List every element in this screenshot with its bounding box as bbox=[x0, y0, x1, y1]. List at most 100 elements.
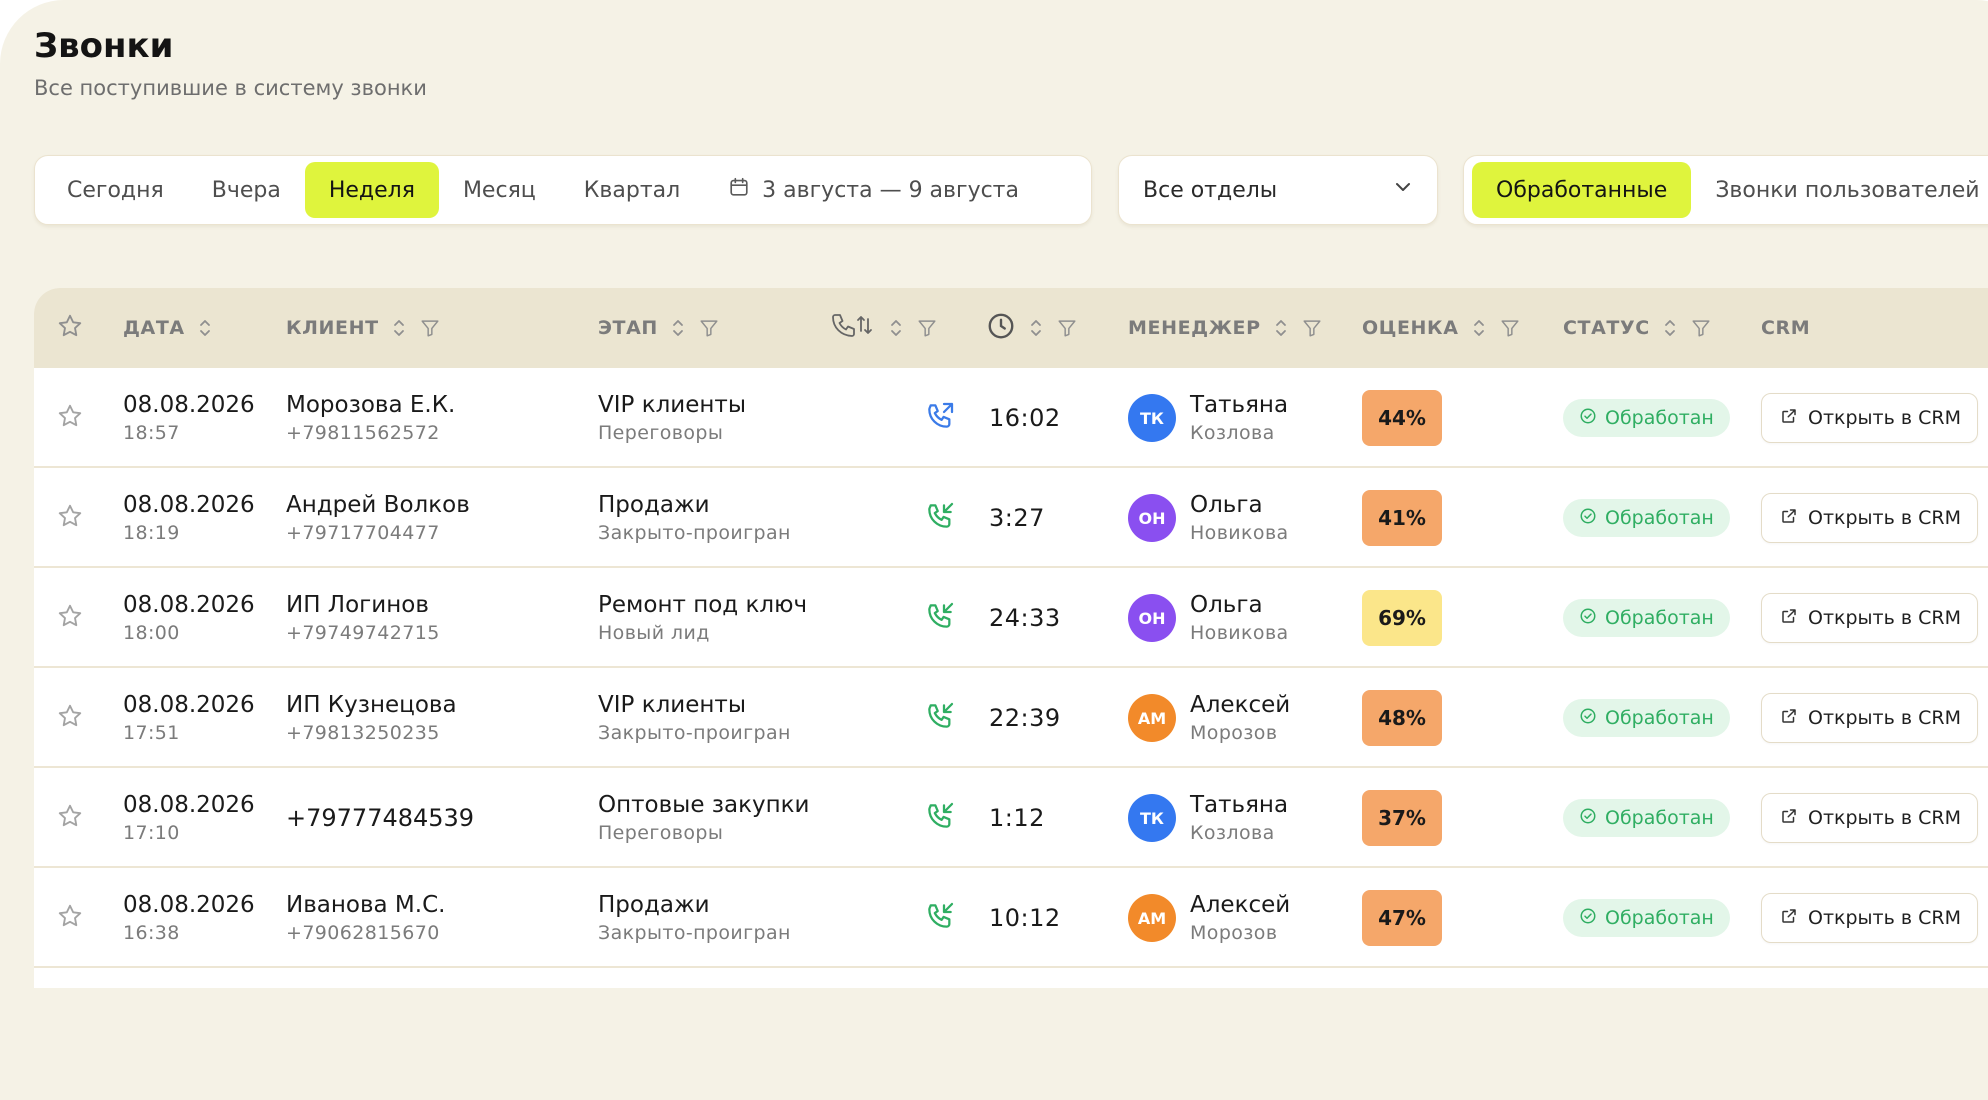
substage-name: Закрыто-проигран bbox=[598, 922, 791, 944]
favorite-toggle[interactable] bbox=[56, 368, 84, 468]
star-icon[interactable] bbox=[56, 502, 84, 534]
period-today[interactable]: Сегодня bbox=[43, 162, 188, 218]
favorite-toggle[interactable] bbox=[56, 768, 84, 868]
manager-first-name: Алексей bbox=[1190, 692, 1291, 718]
table-row[interactable]: 08.08.2026 18:19 Андрей Волков +79717704… bbox=[34, 468, 1988, 568]
header-score[interactable]: ОЦЕНКА bbox=[1362, 288, 1521, 368]
filter-icon[interactable] bbox=[1690, 317, 1712, 339]
client-cell[interactable]: ИП Кузнецова +79813250235 bbox=[286, 668, 457, 768]
client-cell[interactable]: Иванова М.С. +79062815670 bbox=[286, 868, 445, 968]
score-badge: 47% bbox=[1362, 890, 1442, 946]
status-badge: Обработан bbox=[1563, 399, 1730, 437]
star-icon[interactable] bbox=[56, 902, 84, 934]
header-manager[interactable]: МЕНЕДЖЕР bbox=[1128, 288, 1323, 368]
star-icon[interactable] bbox=[56, 402, 84, 434]
header-duration[interactable] bbox=[986, 288, 1078, 368]
stage-cell: VIP клиенты Закрыто-проигран bbox=[598, 668, 791, 768]
header-client[interactable]: КЛИЕНТ bbox=[286, 288, 441, 368]
header-manager-label: МЕНЕДЖЕР bbox=[1128, 317, 1261, 339]
filter-icon[interactable] bbox=[698, 317, 720, 339]
header-status[interactable]: СТАТУС bbox=[1563, 288, 1712, 368]
sort-icon[interactable] bbox=[1273, 317, 1289, 339]
period-week[interactable]: Неделя bbox=[304, 162, 439, 218]
stage-name: Оптовые закупки bbox=[598, 792, 810, 818]
client-cell[interactable]: +79777484539 bbox=[286, 768, 474, 868]
sort-icon[interactable] bbox=[197, 317, 213, 339]
date-range-picker[interactable]: 3 августа — 9 августа bbox=[704, 176, 1043, 204]
manager-first-name: Ольга bbox=[1190, 592, 1263, 618]
header-direction[interactable] bbox=[830, 288, 938, 368]
header-date[interactable]: ДАТА bbox=[123, 288, 213, 368]
score-badge: 37% bbox=[1362, 790, 1442, 846]
client-cell[interactable]: Андрей Волков +79717704477 bbox=[286, 468, 470, 568]
status-label: Обработан bbox=[1605, 507, 1714, 529]
sort-icon[interactable] bbox=[1471, 317, 1487, 339]
status-cell: Обработан bbox=[1563, 768, 1730, 868]
score-cell: 47% bbox=[1362, 868, 1442, 968]
filter-icon[interactable] bbox=[1301, 317, 1323, 339]
period-quarter[interactable]: Квартал bbox=[560, 162, 704, 218]
stage-name: Продажи bbox=[598, 892, 710, 918]
period-yesterday[interactable]: Вчера bbox=[188, 162, 305, 218]
phone-direction-icon bbox=[830, 311, 876, 346]
direction-cell bbox=[924, 868, 956, 968]
department-select[interactable]: Все отделы bbox=[1118, 155, 1438, 225]
sort-icon[interactable] bbox=[888, 317, 904, 339]
sort-icon[interactable] bbox=[670, 317, 686, 339]
open-in-crm-button[interactable]: Открыть в CRM bbox=[1761, 493, 1978, 543]
client-cell[interactable]: ИП Логинов +79749742715 bbox=[286, 568, 440, 668]
call-date: 08.08.2026 bbox=[123, 392, 255, 418]
sort-icon[interactable] bbox=[1028, 317, 1044, 339]
call-date: 08.08.2026 bbox=[123, 792, 255, 818]
duration-cell: 16:02 bbox=[989, 368, 1061, 468]
tab-user-calls[interactable]: Звонки пользователей bbox=[1691, 162, 1988, 218]
table-row[interactable]: 08.08.2026 18:00 ИП Логинов +79749742715… bbox=[34, 568, 1988, 668]
favorite-header[interactable] bbox=[56, 288, 84, 368]
calls-table: ДАТА КЛИЕНТ ЭТАП МЕНЕДЖЕР ОЦЕНКА СТАТУС … bbox=[34, 288, 1988, 988]
call-date: 08.08.2026 bbox=[123, 492, 255, 518]
table-row[interactable]: 08.08.2026 18:57 Морозова Е.К. +79811562… bbox=[34, 368, 1988, 468]
clock-icon bbox=[986, 311, 1016, 346]
stage-cell: VIP клиенты Переговоры bbox=[598, 368, 746, 468]
star-icon[interactable] bbox=[56, 802, 84, 834]
favorite-toggle[interactable] bbox=[56, 568, 84, 668]
manager-cell: ТК Татьяна Козлова bbox=[1128, 368, 1288, 468]
favorite-toggle[interactable] bbox=[56, 468, 84, 568]
manager-last-name: Новикова bbox=[1190, 522, 1289, 544]
favorite-toggle[interactable] bbox=[56, 668, 84, 768]
open-in-crm-button[interactable]: Открыть в CRM bbox=[1761, 393, 1978, 443]
header-stage[interactable]: ЭТАП bbox=[598, 288, 720, 368]
open-in-crm-label: Открыть в CRM bbox=[1808, 807, 1961, 829]
open-in-crm-label: Открыть в CRM bbox=[1808, 907, 1961, 929]
table-row[interactable]: 08.08.2026 17:10 +79777484539 Оптовые за… bbox=[34, 768, 1988, 868]
tab-processed[interactable]: Обработанные bbox=[1472, 162, 1692, 218]
table-row[interactable]: 08.08.2026 16:38 Иванова М.С. +790628156… bbox=[34, 868, 1988, 968]
star-icon[interactable] bbox=[56, 702, 84, 734]
filter-icon[interactable] bbox=[419, 317, 441, 339]
open-in-crm-button[interactable]: Открыть в CRM bbox=[1761, 593, 1978, 643]
status-label: Обработан bbox=[1605, 907, 1714, 929]
substage-name: Новый лид bbox=[598, 622, 710, 644]
duration-cell: 1:12 bbox=[989, 768, 1045, 868]
call-date: 08.08.2026 bbox=[123, 892, 255, 918]
open-in-crm-button[interactable]: Открыть в CRM bbox=[1761, 893, 1978, 943]
duration-cell: 24:33 bbox=[989, 568, 1061, 668]
open-in-crm-button[interactable]: Открыть в CRM bbox=[1761, 793, 1978, 843]
filter-icon[interactable] bbox=[1499, 317, 1521, 339]
sort-icon[interactable] bbox=[1662, 317, 1678, 339]
incoming-call-icon bbox=[924, 700, 956, 736]
star-icon[interactable] bbox=[56, 602, 84, 634]
call-status-tabs: Обработанные Звонки пользователей bbox=[1463, 155, 1988, 225]
call-duration: 24:33 bbox=[989, 604, 1061, 632]
sort-icon[interactable] bbox=[391, 317, 407, 339]
filter-icon[interactable] bbox=[1056, 317, 1078, 339]
manager-cell: ОН Ольга Новикова bbox=[1128, 468, 1289, 568]
open-in-crm-button[interactable]: Открыть в CRM bbox=[1761, 693, 1978, 743]
filter-icon[interactable] bbox=[916, 317, 938, 339]
client-phone: +79811562572 bbox=[286, 422, 440, 444]
period-month[interactable]: Месяц bbox=[439, 162, 560, 218]
favorite-toggle[interactable] bbox=[56, 868, 84, 968]
table-row[interactable]: 08.08.2026 17:51 ИП Кузнецова +798132502… bbox=[34, 668, 1988, 768]
star-icon bbox=[56, 312, 84, 345]
client-cell[interactable]: Морозова Е.К. +79811562572 bbox=[286, 368, 455, 468]
